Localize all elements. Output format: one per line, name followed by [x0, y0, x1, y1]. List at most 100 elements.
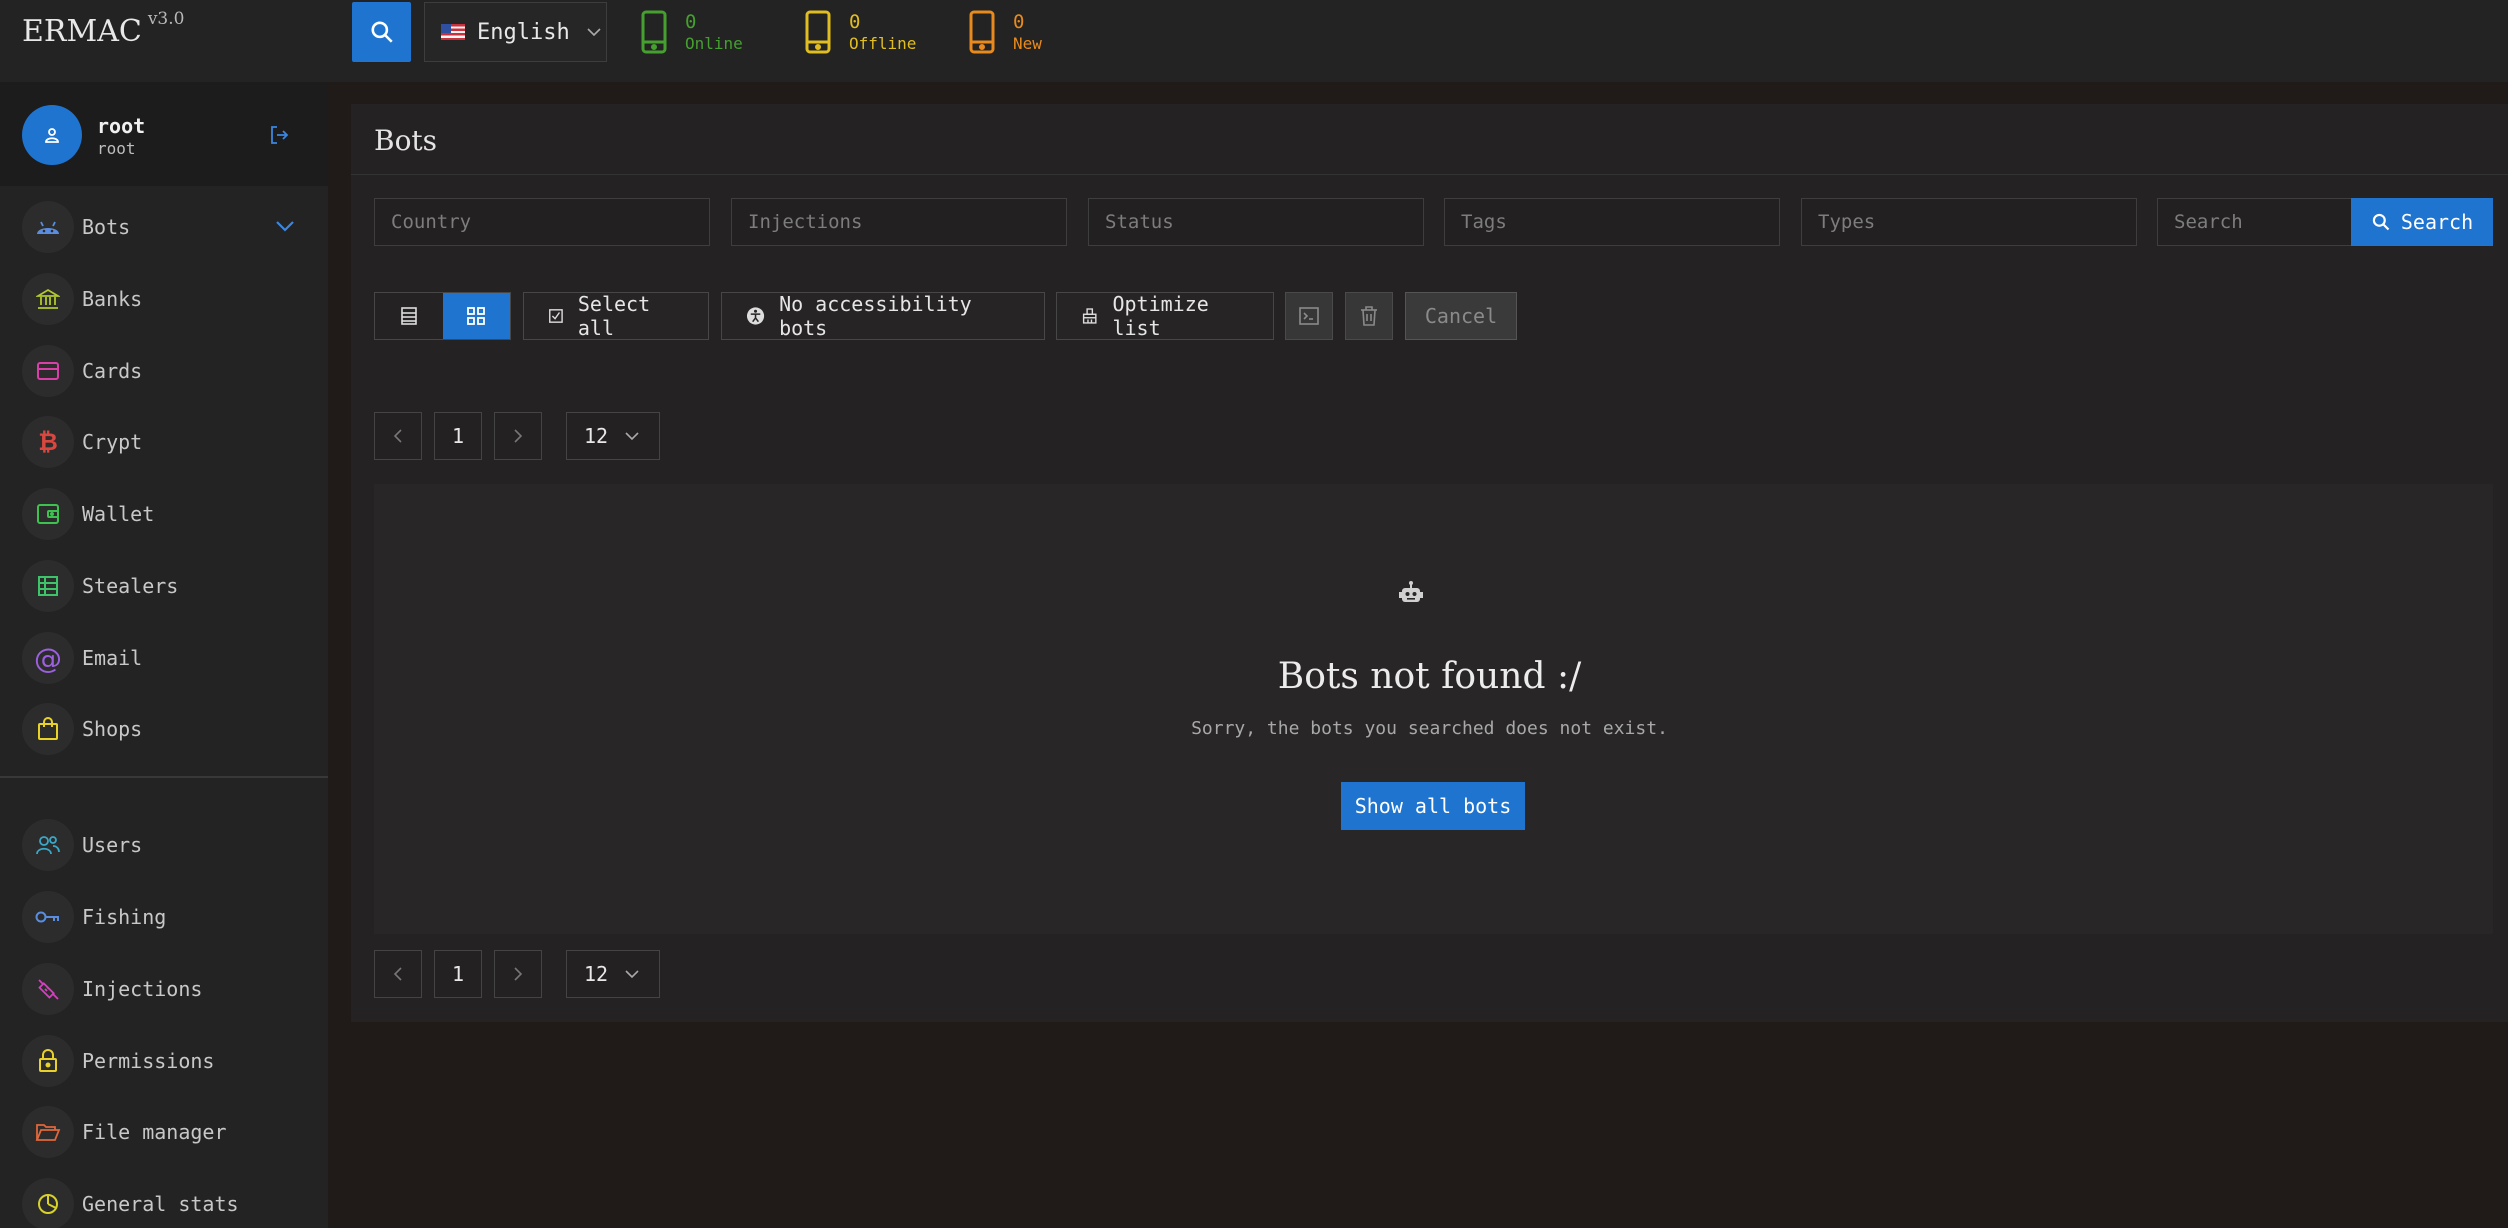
- global-search-button[interactable]: [352, 2, 411, 62]
- page-title: Bots: [374, 124, 438, 157]
- offline-label: Offline: [849, 34, 917, 53]
- status-filter-placeholder: Status: [1105, 211, 1174, 233]
- language-select[interactable]: English: [424, 2, 607, 62]
- sidebar-item-wallet[interactable]: Wallet: [22, 488, 322, 540]
- list-view-button[interactable]: [375, 293, 443, 339]
- bots-panel: Bots Country Injections Status Tags Type…: [351, 104, 2508, 1022]
- key-icon: [35, 911, 59, 923]
- wallet-icon: [37, 504, 59, 524]
- accessibility-icon: [746, 307, 765, 325]
- page-size-select[interactable]: 12: [566, 950, 660, 998]
- show-all-bots-button[interactable]: Show all bots: [1341, 782, 1525, 830]
- online-count: 0: [685, 11, 697, 33]
- user-icon: [45, 128, 59, 143]
- page-size-select[interactable]: 12: [566, 412, 660, 460]
- online-stat[interactable]: 0 Online: [641, 10, 743, 54]
- next-page-button[interactable]: [494, 412, 542, 460]
- sidebar-item-general-stats[interactable]: General stats: [22, 1178, 322, 1228]
- lock-icon: [39, 1049, 57, 1072]
- prev-page-button[interactable]: [374, 950, 422, 998]
- sidebar-item-label: Banks: [82, 287, 143, 311]
- sidebar-item-label: Stealers: [82, 574, 179, 598]
- next-page-button[interactable]: [494, 950, 542, 998]
- sidebar-item-fishing[interactable]: Fishing: [22, 891, 322, 943]
- page-size-value: 12: [584, 424, 609, 448]
- sidebar-item-bots[interactable]: Bots: [22, 201, 322, 253]
- nav-icon-wrap: [22, 1106, 74, 1158]
- sidebar-item-label: Email: [82, 646, 143, 670]
- grid-view-button[interactable]: [442, 293, 510, 339]
- nav-icon-wrap: ₿: [22, 416, 74, 468]
- nav-icon-wrap: [22, 891, 74, 943]
- tags-filter[interactable]: Tags: [1444, 198, 1780, 246]
- page-number-label: 1: [451, 962, 465, 986]
- sidebar-item-label: Injections: [82, 977, 203, 1001]
- chevron-right-icon: [514, 429, 523, 443]
- no-accessibility-label: No accessibility bots: [779, 292, 972, 340]
- app-logo[interactable]: ERMAC v3.0: [22, 9, 184, 49]
- avatar[interactable]: [22, 105, 82, 165]
- page-number[interactable]: 1: [434, 412, 482, 460]
- prev-page-button[interactable]: [374, 412, 422, 460]
- nav-icon-wrap: [22, 963, 74, 1015]
- sidebar-item-file-manager[interactable]: File manager: [22, 1106, 322, 1158]
- optimize-list-label: Optimize list: [1112, 292, 1209, 340]
- status-filter[interactable]: Status: [1088, 198, 1424, 246]
- chevron-down-icon[interactable]: [274, 215, 296, 237]
- new-stat[interactable]: 0 New: [969, 10, 1042, 54]
- sidebar-item-banks[interactable]: Banks: [22, 273, 322, 325]
- view-toggle: [374, 292, 511, 340]
- bitcoin-icon: ₿: [38, 427, 58, 456]
- panel-divider: [351, 174, 2508, 175]
- robot-icon: [1399, 581, 1423, 602]
- nav-icon-wrap: [22, 560, 74, 612]
- language-label: English: [477, 19, 570, 45]
- sidebar-item-cards[interactable]: Cards: [22, 345, 322, 397]
- select-all-label: Select all: [577, 292, 651, 340]
- types-filter[interactable]: Types: [1801, 198, 2137, 246]
- sidebar-item-permissions[interactable]: Permissions: [22, 1035, 322, 1087]
- sidebar-item-label: Fishing: [82, 905, 167, 929]
- country-filter[interactable]: Country: [374, 198, 710, 246]
- sidebar-item-users[interactable]: Users: [22, 819, 322, 871]
- sidebar-item-email[interactable]: @ Email: [22, 632, 322, 684]
- terminal-icon: [1299, 307, 1319, 325]
- nav-icon-wrap: [22, 703, 74, 755]
- injections-filter[interactable]: Injections: [731, 198, 1067, 246]
- top-bar: ERMAC v3.0 English 0 Online 0 Offline 0 N…: [0, 0, 2508, 82]
- sidebar-item-label: Shops: [82, 717, 143, 741]
- sidebar-item-crypt[interactable]: ₿ Crypt: [22, 416, 322, 468]
- select-all-button[interactable]: Select all: [523, 292, 709, 340]
- sidebar-item-label: File manager: [82, 1120, 227, 1144]
- sidebar-item-label: Bots: [82, 215, 131, 239]
- page-number-label: 1: [451, 424, 465, 448]
- optimize-list-button[interactable]: Optimize list: [1056, 292, 1274, 340]
- bots-grid: [374, 484, 2493, 934]
- nav-icon-wrap: [22, 1035, 74, 1087]
- search-button[interactable]: Search: [2351, 198, 2493, 246]
- nav-icon-wrap: [22, 488, 74, 540]
- delete-button[interactable]: [1345, 292, 1393, 340]
- chevron-down-icon: [625, 970, 639, 979]
- nav-icon-wrap: [22, 273, 74, 325]
- logout-icon[interactable]: [268, 124, 290, 146]
- folder-open-icon: [35, 1124, 61, 1141]
- search-input-placeholder: Search: [2174, 211, 2243, 233]
- page-number[interactable]: 1: [434, 950, 482, 998]
- no-accessibility-button[interactable]: No accessibility bots: [721, 292, 1045, 340]
- cancel-button[interactable]: Cancel: [1405, 292, 1517, 340]
- country-filter-placeholder: Country: [391, 211, 472, 233]
- user-name: root: [97, 114, 146, 138]
- table-icon: [38, 576, 58, 596]
- app-name: ERMAC: [22, 14, 142, 49]
- new-count: 0: [1013, 11, 1025, 33]
- sidebar-item-injections[interactable]: Injections: [22, 963, 322, 1015]
- terminal-button[interactable]: [1285, 292, 1333, 340]
- sidebar-item-stealers[interactable]: Stealers: [22, 560, 322, 612]
- users-icon: [36, 836, 60, 855]
- page-size-value: 12: [584, 962, 609, 986]
- offline-stat[interactable]: 0 Offline: [805, 10, 916, 54]
- sidebar-item-shops[interactable]: Shops: [22, 703, 322, 755]
- search-input[interactable]: Search: [2157, 198, 2353, 246]
- empty-state-subtitle: Sorry, the bots you searched does not ex…: [1191, 718, 1668, 739]
